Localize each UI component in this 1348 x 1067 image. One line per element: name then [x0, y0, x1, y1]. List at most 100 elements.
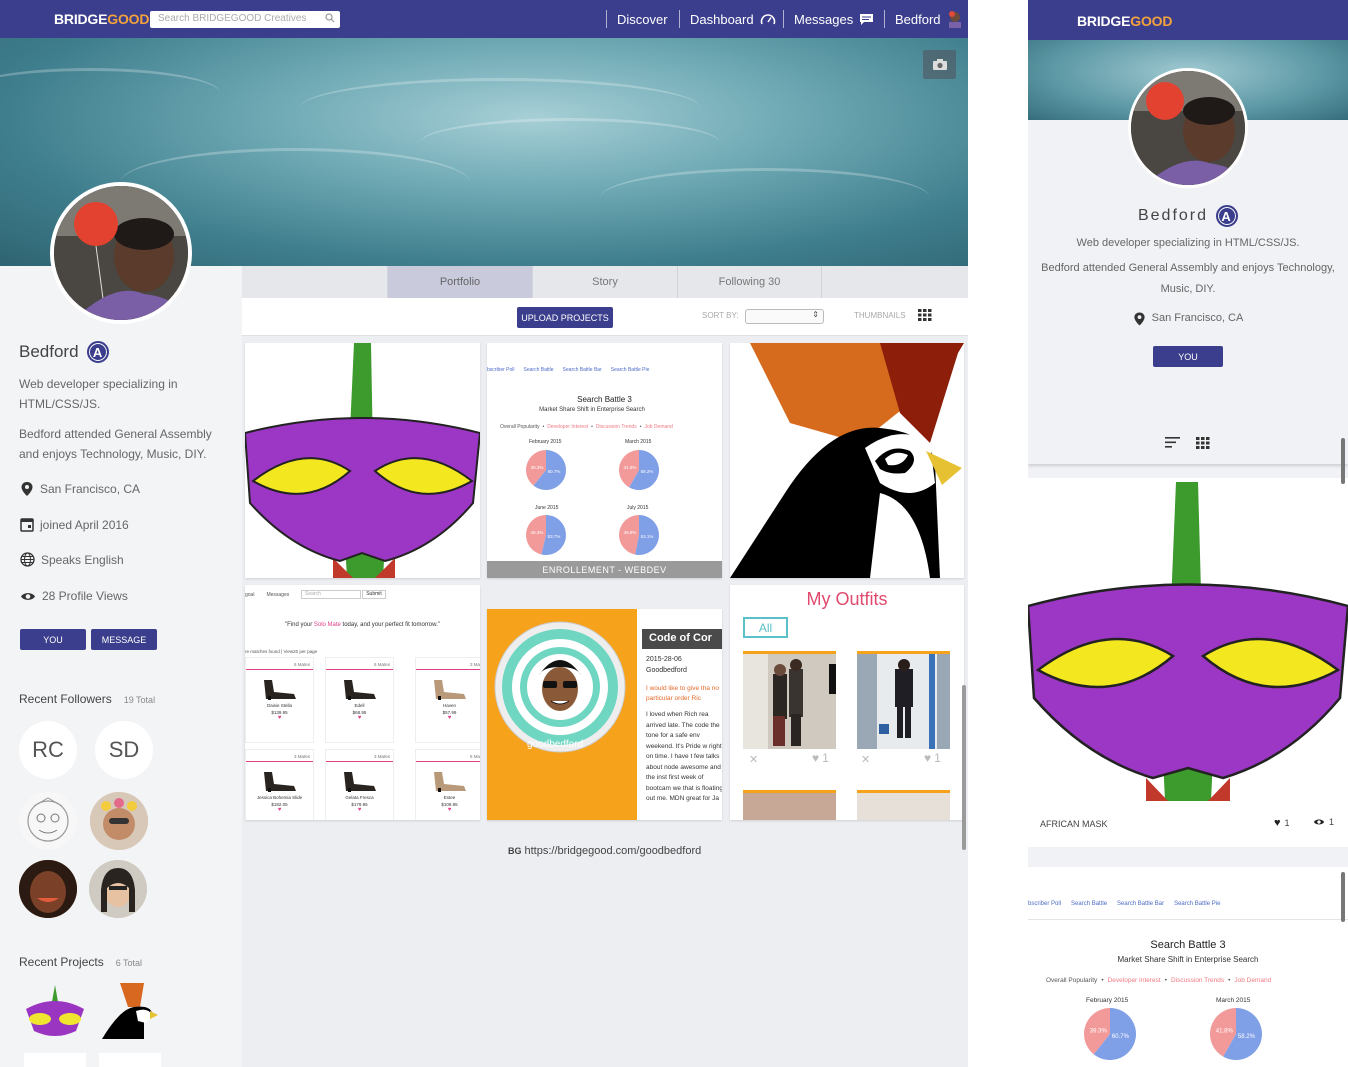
project-card-code-of-conduct[interactable]: Code of Cor 2015-28-06 Goodbedford I wou…: [487, 609, 722, 820]
heart-icon: ♥: [1274, 817, 1281, 829]
tab-following[interactable]: Following 30: [677, 266, 822, 298]
follower-avatar[interactable]: RC: [19, 721, 77, 779]
product-cell[interactable]: 6 Ma Estee $109.95 ♥: [415, 749, 480, 820]
tab-story[interactable]: Story: [532, 266, 677, 298]
project-card-solo-mate[interactable]: goal Messages Search Submit "Find your S…: [245, 585, 480, 820]
product-cell[interactable]: 3 Mates Gelata Fresca $179.95 ♥: [325, 749, 394, 820]
you-button[interactable]: YOU: [20, 629, 86, 650]
heart-icon[interactable]: ♥: [246, 715, 313, 721]
nav-dashboard[interactable]: Dashboard: [679, 0, 776, 38]
nav-messages[interactable]: Messages: [783, 0, 874, 38]
message-icon: [859, 13, 874, 26]
search-input[interactable]: Search BRIDGEGOOD Creatives: [150, 11, 340, 28]
results-count: re matches found | View20 per page: [245, 649, 318, 654]
pie-value-label: 60.7%: [548, 469, 561, 474]
recent-project-thumb-bird[interactable]: [100, 983, 160, 1043]
mobile-you-button[interactable]: YOU: [1153, 346, 1223, 367]
outfit-photo[interactable]: [857, 790, 950, 820]
profile-views: 28 Profile Views: [20, 589, 128, 603]
outfit-photo[interactable]: [857, 651, 950, 749]
mobile-profile-bio: Web developer specializing in HTML/CSS/J…: [1076, 237, 1300, 249]
heart-icon[interactable]: ♥: [416, 715, 480, 721]
heart-icon[interactable]: ♥: [246, 807, 313, 813]
product-name: Haven: [442, 703, 456, 708]
pie-value-label: 53.7%: [548, 534, 561, 539]
recent-project-thumb-mask[interactable]: [24, 983, 86, 1043]
site-search-input[interactable]: Search: [301, 590, 361, 599]
follower-avatar[interactable]: [89, 860, 147, 918]
product-cell[interactable]: 6 Mates Edell $68.95 ♥: [325, 657, 394, 743]
project-card-bird[interactable]: [730, 343, 964, 578]
like-count[interactable]: ♥ 1: [924, 751, 941, 765]
match-count: 6 Mates: [326, 662, 393, 670]
shoe-image: [433, 772, 466, 792]
pie-value-label: 60.7%: [1112, 1034, 1130, 1040]
shoe-image: [343, 772, 376, 792]
site-menu: goal Messages: [245, 592, 290, 598]
bg-logo-icon: BG: [508, 846, 522, 856]
pie-value-label: 41.8%: [624, 465, 637, 470]
scrollbar[interactable]: [962, 685, 966, 850]
mobile-card-title: AFRICAN MASK: [1040, 819, 1108, 829]
mobile-profile-about: Bedford attended General Assembly and en…: [1041, 262, 1335, 295]
like-count[interactable]: ♥ 1: [812, 751, 829, 765]
recent-project-thumb[interactable]: [24, 1053, 86, 1067]
outfit-photo[interactable]: [743, 790, 836, 820]
ambassador-badge-icon: A: [1216, 205, 1239, 227]
scrollbar[interactable]: [1341, 872, 1345, 922]
list-view-icon[interactable]: [1165, 437, 1180, 448]
thumbnails-label: THUMBNAILS: [854, 311, 906, 320]
follower-avatar[interactable]: SD: [95, 721, 153, 779]
project-card-search-battle[interactable]: bscriber Poll Search Battle Search Battl…: [487, 343, 722, 578]
upload-projects-button[interactable]: UPLOAD PROJECTS: [517, 307, 613, 328]
brand-logo[interactable]: BRIDGEGOOD: [1077, 13, 1172, 29]
shoe-image: [263, 680, 296, 700]
site-submit-button[interactable]: Submit: [362, 590, 386, 599]
mobile-card-african-mask-image[interactable]: [1028, 478, 1348, 801]
portfolio-toolbar: UPLOAD PROJECTS SORT BY: ⇕ THUMBNAILS: [242, 298, 968, 336]
pie-value-label: 46.9%: [624, 530, 637, 535]
shoe-image: [263, 772, 296, 792]
pie-value-label: 46.3%: [531, 530, 544, 535]
follower-avatar[interactable]: [90, 792, 148, 850]
close-icon[interactable]: ✕: [861, 753, 870, 766]
tab-portfolio[interactable]: Portfolio: [387, 266, 532, 298]
mobile-card-footer: AFRICAN MASK ♥ 1 1: [1028, 801, 1348, 847]
follower-avatar[interactable]: [19, 860, 77, 918]
product-cell[interactable]: 3 Ma Haven $57.99 ♥: [415, 657, 480, 743]
sort-by-select[interactable]: ⇕: [745, 309, 824, 324]
mobile-likes[interactable]: ♥ 1: [1274, 817, 1290, 829]
pie-value-label: 58.2%: [641, 469, 654, 474]
eye-icon: [1313, 819, 1325, 825]
message-button[interactable]: MESSAGE: [91, 629, 157, 650]
location-pin-icon: [1134, 312, 1145, 325]
product-cell[interactable]: 3 Mates Jessica Bohemia Slide $182.05 ♥: [245, 749, 314, 820]
heart-icon[interactable]: ♥: [326, 807, 393, 813]
product-name: Gelata Fresca: [345, 795, 374, 800]
heart-icon[interactable]: ♥: [326, 715, 393, 721]
recent-project-thumb[interactable]: [99, 1053, 161, 1067]
outfits-filter-all[interactable]: All: [743, 617, 788, 638]
change-cover-camera-button[interactable]: [923, 50, 956, 79]
grid-view-icon[interactable]: [918, 309, 932, 321]
goodbedford-logo: [494, 621, 626, 753]
grid-view-icon[interactable]: [1196, 437, 1210, 449]
mobile-card-search-battle[interactable]: bscriber Poll Search Battle Search Battl…: [1028, 867, 1348, 1067]
product-cell[interactable]: 6 Mates Daisie Stella $139.95 ♥: [245, 657, 314, 743]
pie-charts: 39.3% 60.7% 41.8% 58.2% 46.3% 53.7% 46.9% 53.1%: [526, 450, 659, 555]
project-card-african-mask[interactable]: [245, 343, 480, 578]
heart-icon[interactable]: ♥: [416, 807, 480, 813]
eye-icon: [21, 592, 35, 600]
nav-discover[interactable]: Discover: [606, 0, 668, 38]
search-icon[interactable]: [325, 13, 335, 23]
select-arrows-icon: ⇕: [812, 310, 819, 319]
follower-avatar[interactable]: [19, 792, 77, 850]
project-card-my-outfits[interactable]: My Outfits All ✕ ♥ 1 ✕ ♥ 1: [730, 585, 964, 820]
profile-url[interactable]: BG https://bridgegood.com/goodbedford: [508, 845, 701, 857]
brand-logo[interactable]: BRIDGEGOOD: [54, 11, 149, 27]
outfit-photo[interactable]: [743, 651, 836, 749]
close-icon[interactable]: ✕: [749, 753, 758, 766]
shoe-image: [433, 680, 466, 700]
scrollbar[interactable]: [1341, 438, 1345, 484]
nav-user-menu[interactable]: Bedford: [884, 0, 963, 38]
